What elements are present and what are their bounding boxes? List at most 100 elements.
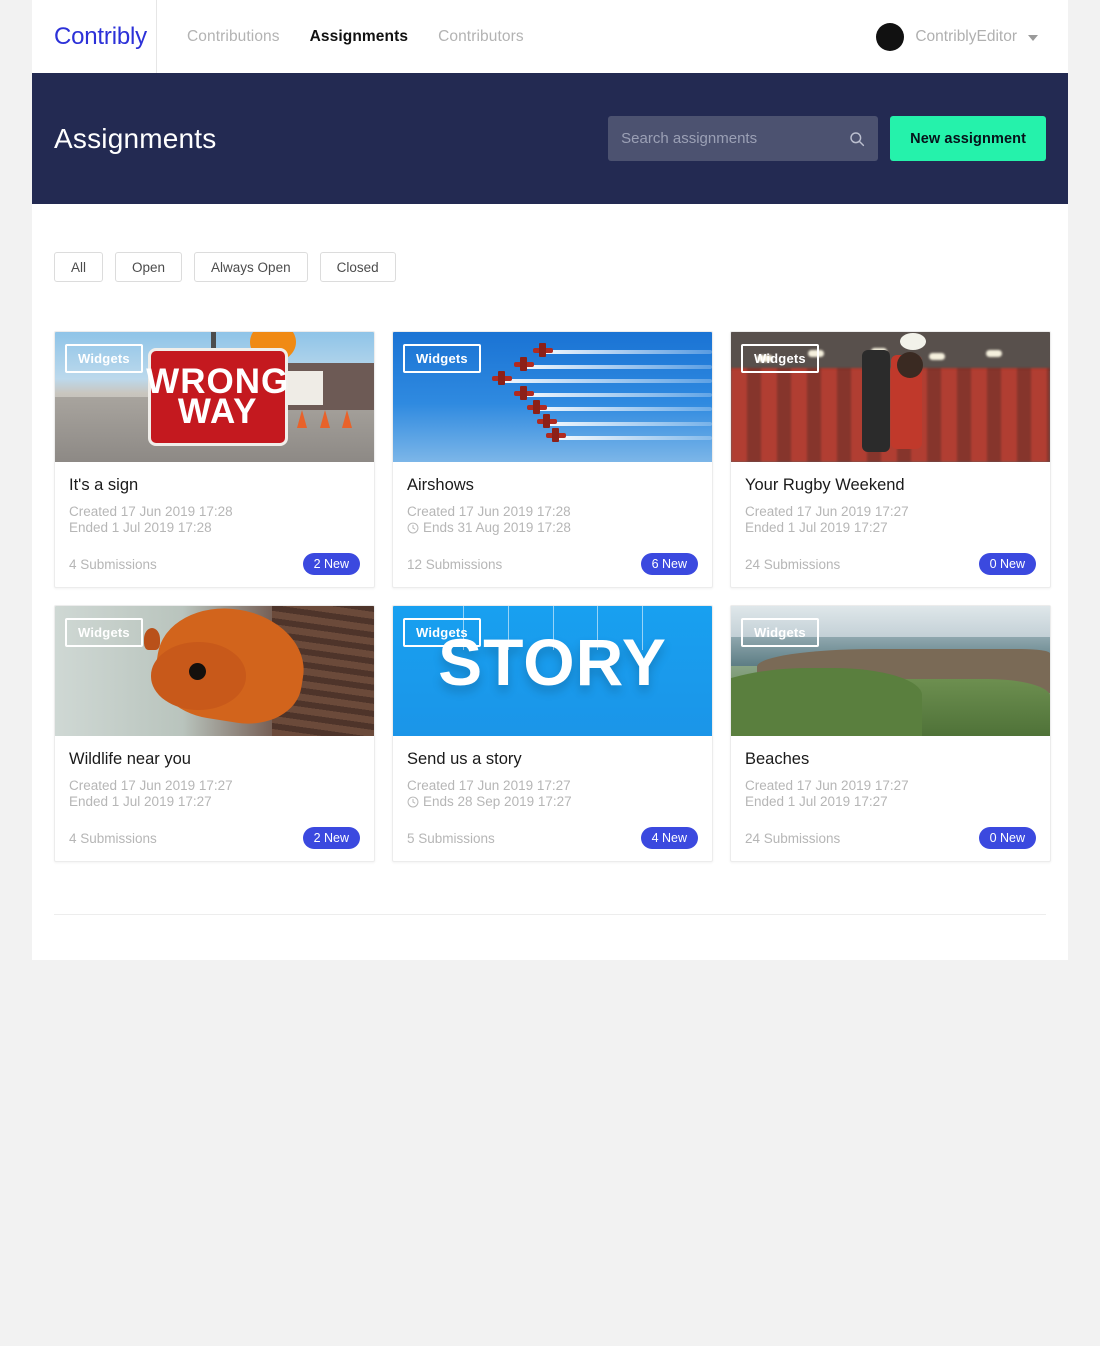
sign-text: WRONG WAY — [146, 347, 288, 447]
content-area: All Open Always Open Closed WRONG WAY Wi… — [32, 204, 1068, 914]
hero-actions: New assignment — [608, 116, 1046, 161]
filter-bar: All Open Always Open Closed — [54, 252, 1046, 282]
card-submissions: 24 Submissions — [745, 556, 841, 572]
main-nav: Contributions Assignments Contributors — [157, 0, 524, 73]
card-image: Widgets — [731, 606, 1050, 736]
filter-all[interactable]: All — [54, 252, 104, 282]
card-created-text: Created 17 Jun 2019 17:27 — [745, 778, 909, 793]
card-created: Created 17 Jun 2019 17:28 — [69, 504, 360, 520]
card-image: Widgets — [55, 606, 374, 736]
card-created-text: Created 17 Jun 2019 17:27 — [407, 778, 571, 793]
card-created: Created 17 Jun 2019 17:27 — [745, 778, 1036, 794]
assignment-card[interactable]: Widgets Your Rugby Weekend Created 17 Ju… — [730, 331, 1051, 588]
card-tag-badge: Widgets — [403, 344, 481, 373]
card-new-badge: 2 New — [302, 827, 360, 849]
card-created: Created 17 Jun 2019 17:27 — [407, 778, 698, 794]
page-footer-space — [32, 915, 1068, 937]
user-name-label: ContriblyEditor — [915, 27, 1017, 45]
card-submissions: 5 Submissions — [407, 830, 495, 846]
card-title: Beaches — [745, 750, 810, 768]
card-end: Ends 31 Aug 2019 17:28 — [407, 520, 698, 536]
nav-item-contributors[interactable]: Contributors — [438, 28, 524, 46]
clock-icon — [407, 796, 419, 808]
card-end-text: Ended 1 Jul 2019 17:27 — [745, 794, 888, 809]
card-created-text: Created 17 Jun 2019 17:27 — [69, 778, 233, 793]
card-end-text: Ended 1 Jul 2019 17:27 — [745, 520, 888, 535]
card-created-text: Created 17 Jun 2019 17:27 — [745, 504, 909, 519]
card-end: Ends 28 Sep 2019 17:27 — [407, 794, 698, 810]
card-footer: 4 Submissions 2 New — [69, 827, 360, 849]
filter-closed[interactable]: Closed — [319, 252, 396, 282]
card-tag-badge: Widgets — [65, 344, 143, 373]
card-title: Wildlife near you — [69, 750, 191, 768]
card-end: Ended 1 Jul 2019 17:27 — [69, 794, 360, 810]
card-image: WRONG WAY Widgets — [55, 332, 374, 462]
card-title: It's a sign — [69, 476, 139, 494]
card-tag-badge: Widgets — [741, 344, 819, 373]
card-footer: 12 Submissions 6 New — [407, 553, 698, 575]
clock-icon — [407, 522, 419, 534]
filter-open[interactable]: Open — [115, 252, 183, 282]
brand-logo[interactable]: Contribly — [32, 23, 156, 51]
filter-always-open[interactable]: Always Open — [194, 252, 308, 282]
card-body: It's a sign Created 17 Jun 2019 17:28 En… — [55, 462, 374, 587]
page-container: Contribly Contributions Assignments Cont… — [32, 0, 1068, 960]
card-new-badge: 4 New — [640, 827, 698, 849]
card-tag-badge: Widgets — [403, 618, 481, 647]
card-new-badge: 6 New — [640, 553, 698, 575]
card-footer: 4 Submissions 2 New — [69, 553, 360, 575]
card-end: Ended 1 Jul 2019 17:27 — [745, 794, 1036, 810]
card-new-badge: 2 New — [302, 553, 360, 575]
card-created: Created 17 Jun 2019 17:27 — [745, 504, 1036, 520]
card-body: Your Rugby Weekend Created 17 Jun 2019 1… — [731, 462, 1050, 587]
card-title: Your Rugby Weekend — [745, 476, 905, 494]
assignment-card[interactable]: WRONG WAY Widgets It's a sign Created 17… — [54, 331, 375, 588]
card-submissions: 12 Submissions — [407, 556, 503, 572]
avatar — [876, 22, 905, 51]
card-image: Widgets — [393, 332, 712, 462]
assignment-card[interactable]: Widgets Airshows Created 17 Jun 2019 17:… — [392, 331, 713, 588]
card-created-text: Created 17 Jun 2019 17:28 — [69, 504, 233, 519]
card-end-text: Ends 28 Sep 2019 17:27 — [423, 794, 572, 809]
chevron-down-icon — [1028, 34, 1038, 41]
card-tag-badge: Widgets — [65, 618, 143, 647]
card-submissions: 4 Submissions — [69, 556, 157, 572]
search-box[interactable] — [608, 116, 879, 161]
card-end: Ended 1 Jul 2019 17:27 — [745, 520, 1036, 536]
card-end-text: Ends 31 Aug 2019 17:28 — [423, 520, 571, 535]
search-input[interactable] — [621, 130, 850, 147]
card-title: Airshows — [407, 476, 474, 494]
new-assignment-button[interactable]: New assignment — [890, 116, 1046, 161]
card-body: Airshows Created 17 Jun 2019 17:28 Ends … — [393, 462, 712, 587]
assignment-card[interactable]: Widgets Beaches Created 17 Jun 2019 17:2… — [730, 605, 1051, 862]
page-hero: Assignments New assignment — [32, 73, 1068, 204]
nav-item-assignments[interactable]: Assignments — [310, 28, 408, 46]
assignment-grid: WRONG WAY Widgets It's a sign Created 17… — [54, 331, 1051, 914]
card-footer: 5 Submissions 4 New — [407, 827, 698, 849]
card-new-badge: 0 New — [978, 553, 1036, 575]
page-title: Assignments — [54, 122, 217, 154]
card-submissions: 24 Submissions — [745, 830, 841, 846]
user-menu[interactable]: ContriblyEditor — [876, 22, 1054, 51]
nav-item-contributions[interactable]: Contributions — [187, 28, 280, 46]
card-body: Send us a story Created 17 Jun 2019 17:2… — [393, 736, 712, 861]
card-created-text: Created 17 Jun 2019 17:28 — [407, 504, 571, 519]
assignment-card[interactable]: Widgets Wildlife near you Created 17 Jun… — [54, 605, 375, 862]
card-tag-badge: Widgets — [741, 618, 819, 647]
card-end-text: Ended 1 Jul 2019 17:28 — [69, 520, 212, 535]
search-icon — [850, 131, 865, 146]
card-end: Ended 1 Jul 2019 17:28 — [69, 520, 360, 536]
card-title: Send us a story — [407, 750, 522, 768]
card-new-badge: 0 New — [978, 827, 1036, 849]
card-body: Beaches Created 17 Jun 2019 17:27 Ended … — [731, 736, 1050, 861]
card-created: Created 17 Jun 2019 17:27 — [69, 778, 360, 794]
card-submissions: 4 Submissions — [69, 830, 157, 846]
card-footer: 24 Submissions 0 New — [745, 553, 1036, 575]
card-body: Wildlife near you Created 17 Jun 2019 17… — [55, 736, 374, 861]
card-footer: 24 Submissions 0 New — [745, 827, 1036, 849]
assignment-card[interactable]: STORY Widgets Send us a story Created 17… — [392, 605, 713, 862]
card-image: STORY Widgets — [393, 606, 712, 736]
card-image: Widgets — [731, 332, 1050, 462]
card-end-text: Ended 1 Jul 2019 17:27 — [69, 794, 212, 809]
card-created: Created 17 Jun 2019 17:28 — [407, 504, 698, 520]
